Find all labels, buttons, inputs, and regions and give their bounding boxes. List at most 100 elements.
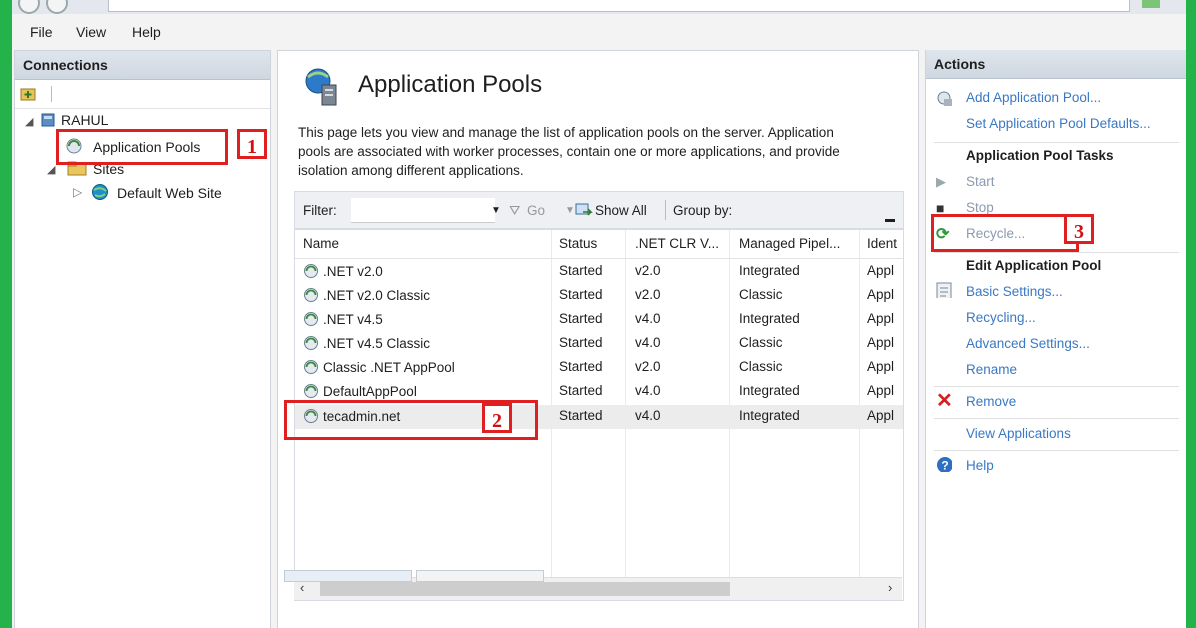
app-pool-icon xyxy=(304,384,318,398)
pool-identity-cell: Appl xyxy=(867,335,895,350)
go-button[interactable]: Go xyxy=(527,203,545,218)
pool-pipeline-cell: Integrated xyxy=(739,311,800,326)
pool-clr-cell: v2.0 xyxy=(635,359,661,374)
table-row[interactable]: .NET v2.0 Classic Started v2.0 Classic Appl xyxy=(295,284,903,308)
table-row[interactable]: .NET v4.5 Started v4.0 Integrated Appl xyxy=(295,308,903,332)
annotation-label-1: 1 xyxy=(237,129,267,159)
action-set-pool-defaults[interactable]: Set Application Pool Defaults... xyxy=(966,116,1151,131)
grid-scroll-up-icon[interactable]: ▬ xyxy=(885,214,895,225)
content-view-tab[interactable] xyxy=(416,570,544,582)
menu-file[interactable]: File xyxy=(30,24,53,40)
column-status[interactable]: Status xyxy=(559,236,597,251)
show-all-icon xyxy=(575,203,593,216)
table-row[interactable]: .NET v2.0 Started v2.0 Integrated Appl xyxy=(295,260,903,284)
help-icon: ? xyxy=(937,457,952,473)
features-view-tab[interactable] xyxy=(284,570,412,582)
pool-name-cell: .NET v4.5 xyxy=(303,311,543,327)
pool-clr-cell: v4.0 xyxy=(635,383,661,398)
start-icon: ▶ xyxy=(936,174,946,189)
pool-status-cell: Started xyxy=(559,359,603,374)
pool-name: .NET v2.0 Classic xyxy=(323,288,431,303)
filter-bar: Filter: ▼ ⛛ Go ▼ Show All Group by: ▬ xyxy=(294,191,904,229)
filter-dropdown-icon[interactable]: ▼ xyxy=(491,205,501,216)
forward-icon[interactable] xyxy=(46,0,68,14)
tree-default-web-site[interactable]: Default Web Site xyxy=(117,185,222,201)
action-add-application-pool[interactable]: Add Application Pool... xyxy=(966,90,1101,105)
column-name[interactable]: Name xyxy=(303,236,339,251)
action-advanced-settings[interactable]: Advanced Settings... xyxy=(966,336,1090,351)
pool-identity-cell: Appl xyxy=(867,408,895,423)
pool-identity-cell: Appl xyxy=(867,383,895,398)
scroll-right-icon[interactable]: › xyxy=(888,580,892,595)
iis-manager-window: File View Help Connections ◢ RAHUL Appli… xyxy=(12,0,1186,628)
menu-help[interactable]: Help xyxy=(132,24,161,40)
pool-status-cell: Started xyxy=(559,311,603,326)
expand-arrow-icon[interactable]: ▷ xyxy=(73,185,82,199)
scroll-left-icon[interactable]: ‹ xyxy=(300,580,304,595)
pool-name-cell: .NET v4.5 Classic xyxy=(303,335,543,351)
table-row[interactable]: Classic .NET AppPool Started v2.0 Classic Ap… xyxy=(295,356,903,380)
action-basic-settings[interactable]: Basic Settings... xyxy=(966,284,1063,299)
action-help[interactable]: Help xyxy=(966,458,994,473)
pool-pipeline-cell: Classic xyxy=(739,359,783,374)
back-icon[interactable] xyxy=(18,0,40,14)
pool-identity-cell: Appl xyxy=(867,311,895,326)
pool-name-cell: DefaultAppPool xyxy=(303,383,543,399)
menu-view[interactable]: View xyxy=(76,24,106,40)
action-remove[interactable]: Remove xyxy=(966,394,1016,409)
column-clr[interactable]: .NET CLR V... xyxy=(635,236,725,251)
pool-pipeline-cell: Integrated xyxy=(739,408,800,423)
action-recycling[interactable]: Recycling... xyxy=(966,310,1036,325)
pool-pipeline-cell: Integrated xyxy=(739,263,800,278)
title-bar xyxy=(12,0,1186,14)
go-funnel-icon: ⛛ xyxy=(509,203,521,218)
pool-name: DefaultAppPool xyxy=(323,384,417,399)
scroll-thumb[interactable] xyxy=(320,582,730,596)
pool-status-cell: Started xyxy=(559,263,603,278)
action-rename[interactable]: Rename xyxy=(966,362,1017,377)
app-pool-icon xyxy=(304,360,318,374)
annotation-label-2: 2 xyxy=(482,403,512,433)
new-connection-icon[interactable] xyxy=(19,85,37,103)
group-by-label[interactable]: Group by: xyxy=(673,203,732,218)
address-bar[interactable] xyxy=(108,0,1130,12)
show-all-button[interactable]: Show All xyxy=(595,203,647,218)
add-pool-icon xyxy=(937,91,952,106)
app-pool-icon xyxy=(304,264,318,278)
pool-clr-cell: v2.0 xyxy=(635,287,661,302)
application-pools-header-icon xyxy=(305,68,337,106)
table-row[interactable]: .NET v4.5 Classic Started v4.0 Classic Appl xyxy=(295,332,903,356)
pool-pipeline-cell: Classic xyxy=(739,287,783,302)
tree-server[interactable]: RAHUL xyxy=(61,112,108,128)
pool-identity-cell: Appl xyxy=(867,287,895,302)
app-pool-icon xyxy=(304,336,318,350)
action-start[interactable]: Start xyxy=(966,174,995,189)
pool-clr-cell: v4.0 xyxy=(635,311,661,326)
pool-name-cell: .NET v2.0 xyxy=(303,263,543,279)
collapse-arrow-icon[interactable]: ◢ xyxy=(25,115,33,128)
app-pool-icon xyxy=(304,288,318,302)
page-title: Application Pools xyxy=(358,71,543,98)
action-stop[interactable]: Stop xyxy=(966,200,994,215)
edit-pool-heading: Edit Application Pool xyxy=(966,258,1102,273)
pool-clr-cell: v4.0 xyxy=(635,408,661,423)
action-view-applications[interactable]: View Applications xyxy=(966,426,1071,441)
column-pipeline[interactable]: Managed Pipel... xyxy=(739,236,857,251)
pool-pipeline-cell: Classic xyxy=(739,335,783,350)
filter-input[interactable] xyxy=(351,198,495,223)
pool-identity-cell: Appl xyxy=(867,263,895,278)
collapse-arrow-icon[interactable]: ◢ xyxy=(47,163,55,176)
filter-label: Filter: xyxy=(303,203,337,218)
pool-name-cell: .NET v2.0 Classic xyxy=(303,287,543,303)
pool-status-cell: Started xyxy=(559,408,603,423)
server-icon xyxy=(41,113,55,127)
globe-icon xyxy=(92,184,108,200)
status-icon xyxy=(1142,0,1160,8)
pool-clr-cell: v2.0 xyxy=(635,263,661,278)
pool-clr-cell: v4.0 xyxy=(635,335,661,350)
svg-text:?: ? xyxy=(941,459,948,473)
go-dropdown-icon[interactable]: ▼ xyxy=(565,205,575,216)
pool-identity-cell: Appl xyxy=(867,359,895,374)
pool-status-cell: Started xyxy=(559,383,603,398)
column-identity[interactable]: Ident xyxy=(867,236,903,251)
